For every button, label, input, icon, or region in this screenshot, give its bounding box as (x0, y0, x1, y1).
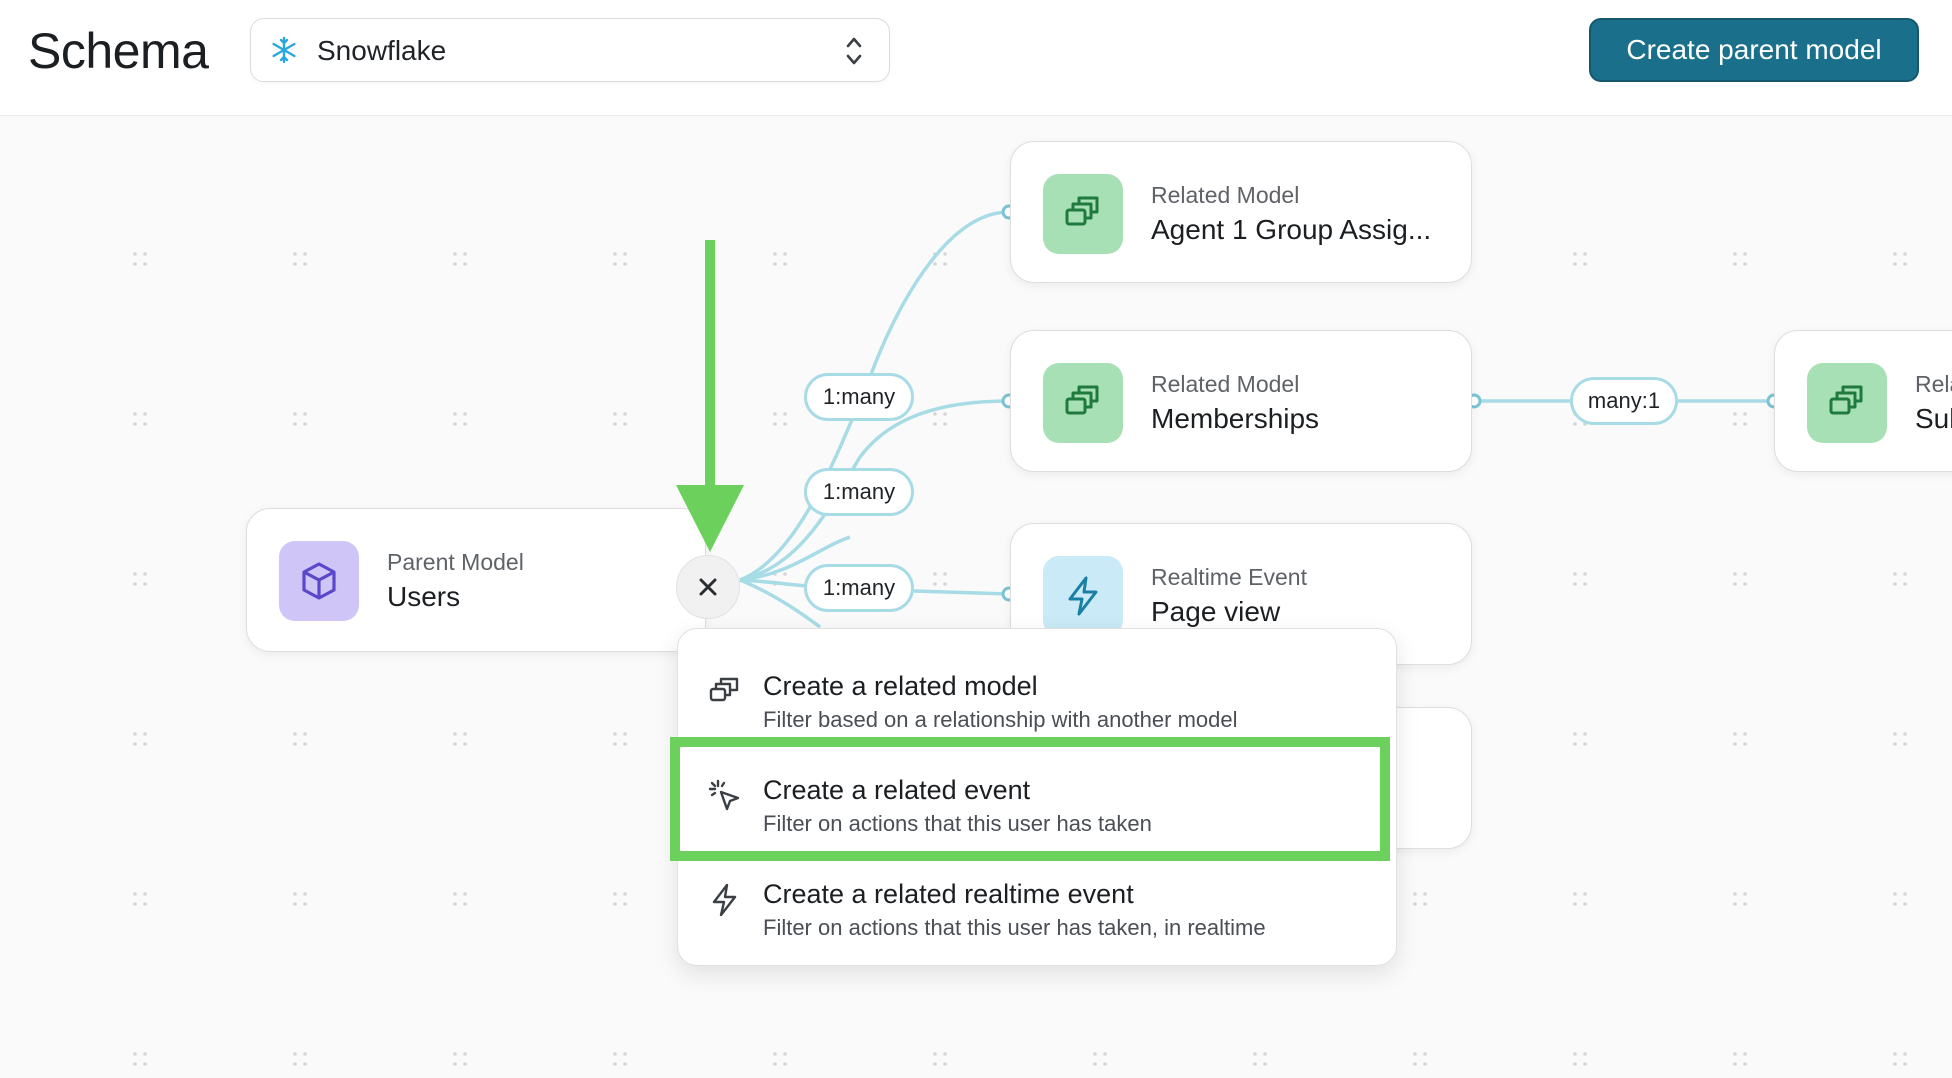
related-model-icon-tile (1043, 363, 1123, 443)
chevron-up-down-icon (846, 37, 862, 65)
create-parent-model-button[interactable]: Create parent model (1589, 18, 1919, 82)
lightning-icon (712, 883, 737, 917)
related-model-node[interactable]: Related Model Memberships (1010, 330, 1472, 472)
related-model-icon-tile (1043, 174, 1123, 254)
top-header: Schema Snowflake Create parent model (0, 0, 1952, 116)
menu-item-title: Create a related realtime event (763, 879, 1134, 909)
related-model-node[interactable]: Rela Sub (1774, 330, 1952, 472)
annotation-highlight-box (670, 737, 1390, 861)
node-name: Users (387, 581, 461, 612)
edge-label[interactable]: 1:many (804, 373, 914, 421)
related-model-icon (709, 677, 739, 702)
menu-item-related-realtime-event[interactable]: Create a related realtime event Filter o… (678, 847, 1398, 947)
related-model-icon (1065, 196, 1099, 226)
edge-label[interactable]: many:1 (1570, 377, 1678, 425)
source-select[interactable]: Snowflake (250, 18, 890, 82)
parent-model-icon-tile (279, 541, 359, 621)
node-kind: Parent Model (387, 549, 524, 575)
menu-item-related-model[interactable]: Create a related model Filter based on a… (678, 639, 1398, 739)
node-kind: Related Model (1151, 182, 1300, 208)
related-model-icon (1065, 385, 1099, 415)
realtime-event-icon-tile (1043, 556, 1123, 636)
related-model-node[interactable]: Related Model Agent 1 Group Assig... (1010, 141, 1472, 283)
node-kind: Realtime Event (1151, 564, 1307, 590)
menu-item-title: Create a related model (763, 671, 1038, 701)
related-model-icon-tile (1807, 363, 1887, 443)
menu-item-description: Filter on actions that this user has tak… (763, 915, 1266, 940)
close-icon (699, 578, 717, 596)
annotation-arrow-down (676, 240, 744, 552)
related-model-icon (1829, 385, 1863, 415)
source-select-value: Snowflake (317, 35, 447, 66)
lightning-icon (1068, 576, 1098, 616)
node-kind: Rela (1915, 371, 1952, 397)
node-name: Agent 1 Group Assig... (1151, 214, 1432, 245)
snowflake-icon (272, 36, 296, 64)
edge-label[interactable]: 1:many (804, 468, 914, 516)
edge-label[interactable]: 1:many (804, 564, 914, 612)
node-name: Sub (1915, 403, 1952, 434)
node-name: Page view (1151, 596, 1281, 627)
cube-icon (302, 562, 336, 600)
node-kind: Related Model (1151, 371, 1300, 397)
parent-model-node[interactable]: Parent Model Users (246, 508, 706, 652)
close-menu-button[interactable] (676, 555, 740, 619)
menu-item-description: Filter based on a relationship with anot… (763, 707, 1238, 732)
node-name: Memberships (1151, 403, 1320, 434)
page-title: Schema (28, 23, 209, 79)
